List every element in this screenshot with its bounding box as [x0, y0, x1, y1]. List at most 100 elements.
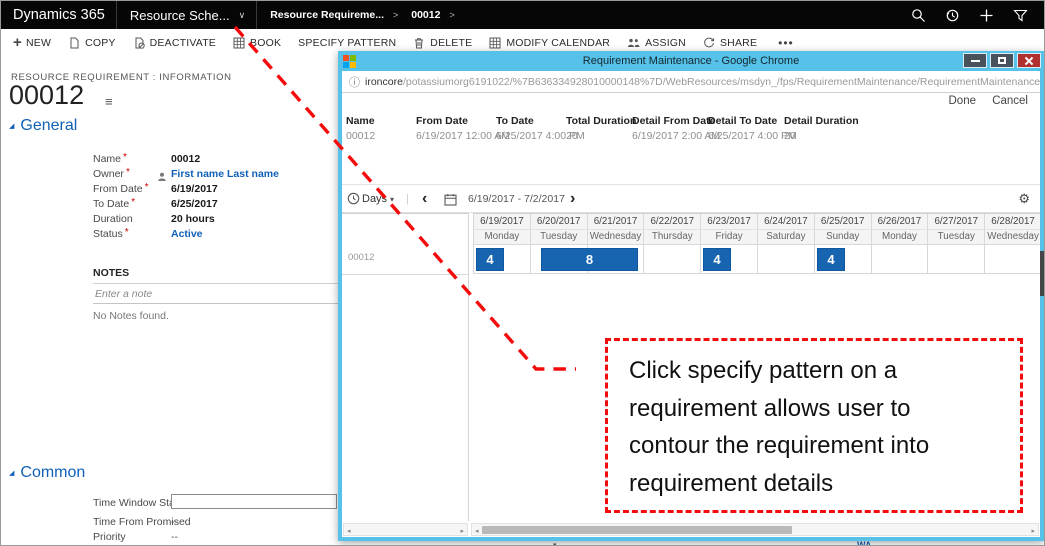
recent-history-icon[interactable]	[945, 8, 960, 23]
ellipsis-icon: •••	[778, 36, 794, 50]
calendar-icon[interactable]	[444, 193, 457, 211]
command-book[interactable]: BOOK	[233, 37, 281, 49]
required-marker: *	[145, 182, 149, 193]
command-delete[interactable]: DELETE	[413, 37, 472, 49]
grid-scrollbar[interactable]: ◂ ▸	[471, 523, 1039, 536]
scroll-left-icon[interactable]: ◂	[347, 527, 351, 535]
grid-date: 6/25/2017	[814, 214, 871, 229]
field-owner: Owner* First name Last name	[1, 168, 338, 183]
scroll-right-icon[interactable]: ▸	[1031, 527, 1035, 535]
field-to-date: To Date* 6/25/2017	[1, 198, 338, 213]
section-collapse-icon: ◢	[9, 469, 14, 477]
grid-weekday: Wednesday	[984, 229, 1040, 244]
maximize-button[interactable]	[990, 53, 1014, 68]
grid-cell[interactable]	[643, 244, 700, 274]
grid-cell[interactable]	[927, 244, 984, 274]
record-title: 00012	[9, 80, 84, 111]
col-header: To Date	[496, 115, 534, 127]
grid-weekday: Saturday	[757, 229, 814, 244]
dialog-actions: Done Cancel	[342, 95, 1040, 113]
view-mode-dropdown[interactable]: Days	[362, 185, 387, 213]
close-button[interactable]	[1017, 53, 1041, 68]
field-value[interactable]: 6/25/2017	[171, 198, 218, 210]
field-time-from-promised: Time From Promised --	[1, 516, 338, 531]
divider: |	[406, 185, 409, 213]
notes-tab[interactable]: NOTES	[93, 267, 129, 279]
grid-date: 6/19/2017	[473, 214, 530, 229]
grid-date: 6/26/2017	[871, 214, 928, 229]
gear-icon[interactable]: ⚙	[1018, 185, 1030, 213]
grid-row-label: 00012	[348, 252, 374, 263]
vertical-scrollbar-thumb[interactable]	[1040, 251, 1044, 296]
filter-icon[interactable]	[1013, 8, 1028, 23]
breadcrumb-parent[interactable]: Resource Requireme...	[270, 9, 384, 21]
table-cell: 20	[784, 130, 796, 142]
field-name: Name* 00012	[1, 153, 338, 168]
status-value[interactable]: Active	[171, 228, 203, 240]
section-general[interactable]: ◢ General	[9, 117, 77, 135]
grid-cell[interactable]	[871, 244, 928, 274]
command-overflow[interactable]: •••	[774, 36, 794, 50]
command-deactivate[interactable]: DEACTIVATE	[133, 37, 216, 49]
field-value[interactable]: --	[171, 516, 178, 528]
note-input[interactable]: Enter a note	[93, 288, 338, 304]
app-selector[interactable]: Resource Sche... ∨	[130, 8, 245, 23]
scroll-right-icon[interactable]: ▸	[460, 527, 464, 535]
chevron-right-icon: >	[449, 10, 454, 20]
window-titlebar[interactable]: Requirement Maintenance - Google Chrome	[338, 51, 1044, 71]
section-common[interactable]: ◢ Common	[9, 464, 85, 482]
command-modify-calendar[interactable]: MODIFY CALENDAR	[489, 37, 610, 49]
done-button[interactable]: Done	[949, 95, 977, 107]
next-period-button[interactable]: ›	[570, 185, 575, 213]
required-marker: *	[123, 152, 127, 163]
command-share[interactable]: SHARE	[703, 37, 757, 49]
field-value[interactable]: 00012	[171, 153, 200, 165]
command-new[interactable]: +NEW	[13, 37, 51, 49]
annotation-callout-box: Click specify pattern on a requirement a…	[605, 338, 1023, 513]
table-cell[interactable]: 00012	[346, 130, 375, 142]
grid-date: 6/23/2017	[700, 214, 757, 229]
divider	[256, 1, 257, 29]
time-window-start-input[interactable]	[171, 494, 337, 509]
cancel-button[interactable]: Cancel	[992, 95, 1028, 107]
plus-icon: +	[13, 38, 22, 48]
detail-hours-block[interactable]: 4	[817, 248, 845, 271]
detail-hours-block[interactable]: 4	[476, 248, 504, 271]
grid-weekday: Tuesday	[927, 229, 984, 244]
left-panel-scrollbar[interactable]: ◂ ▸	[343, 523, 468, 536]
grid-date: 6/21/2017	[587, 214, 644, 229]
info-icon[interactable]: ⓘ	[349, 74, 360, 90]
breadcrumb-current[interactable]: 00012	[411, 9, 440, 21]
field-value[interactable]: 6/19/2017	[171, 183, 218, 195]
previous-period-button[interactable]: ‹	[422, 185, 427, 213]
scrollbar-thumb[interactable]	[482, 526, 792, 534]
owner-link[interactable]: First name Last name	[171, 168, 279, 180]
form-selector-icon[interactable]: ≡	[105, 94, 113, 109]
dynamics-brand[interactable]: Dynamics 365	[13, 7, 105, 23]
scroll-left-icon[interactable]: ◂	[475, 527, 479, 535]
detail-hours-block[interactable]: 8	[541, 248, 638, 271]
field-value[interactable]: 20 hours	[171, 213, 215, 225]
scrollbar-row: ◂ ▸ ◂ ▸	[342, 523, 1040, 536]
command-assign[interactable]: ASSIGN	[627, 37, 686, 49]
annotation-line: requirement allows user to	[629, 390, 1020, 428]
people-icon	[627, 37, 640, 49]
grid-icon	[233, 37, 245, 49]
minimize-button[interactable]	[963, 53, 987, 68]
search-icon[interactable]	[911, 8, 926, 23]
grid-weekday: Friday	[700, 229, 757, 244]
grid-cell[interactable]	[757, 244, 814, 274]
grid-cell[interactable]	[984, 244, 1040, 274]
col-header: Name	[346, 115, 375, 127]
field-duration: Duration 20 hours	[1, 213, 338, 228]
grid-weekday: Monday	[871, 229, 928, 244]
add-icon[interactable]	[979, 8, 994, 23]
command-copy[interactable]: COPY	[68, 37, 116, 49]
detail-hours-block[interactable]: 4	[703, 248, 731, 271]
address-bar[interactable]: ⓘ ironcore/potassiumorg6191022/%7B636334…	[342, 71, 1040, 93]
background-sliver-caret: ▾	[553, 541, 557, 546]
grid-date-row: 6/19/2017 6/20/2017 6/21/2017 6/22/2017 …	[473, 214, 1040, 229]
chevron-down-icon: ▾	[390, 185, 394, 213]
command-specify-pattern[interactable]: SPECIFY PATTERN	[298, 37, 396, 49]
field-value[interactable]: --	[171, 531, 178, 543]
